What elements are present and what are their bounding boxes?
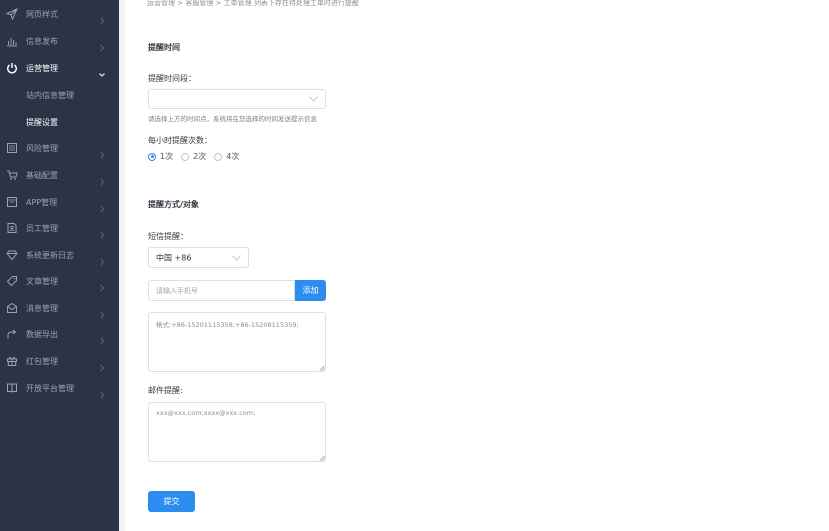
phone-number-input[interactable] [148, 280, 295, 301]
sms-recipients-textarea[interactable] [148, 312, 326, 372]
sidebar-item-label: APP管理 [26, 197, 58, 207]
resize-grip-icon[interactable] [319, 455, 325, 461]
diamond-icon [6, 249, 18, 261]
sidebar-subitem[interactable]: 站内信息管理 [0, 82, 119, 108]
sidebar-subitem-label: 站内信息管理 [26, 90, 74, 100]
sidebar-item[interactable]: 运营管理 [0, 55, 119, 81]
sidebar-item[interactable]: 数据导出 [0, 321, 119, 347]
sidebar-item[interactable]: 网页样式 [0, 1, 119, 27]
sidebar-item[interactable]: 员工管理 [0, 215, 119, 241]
app-window-icon [6, 196, 18, 208]
email-reminder-label: 邮件提醒: [148, 386, 183, 395]
mail-icon [6, 302, 18, 314]
sidebar-item-label: 开放平台管理 [26, 383, 74, 393]
chevron-right-icon [99, 277, 105, 292]
sidebar-item-label: 基础配置 [26, 170, 58, 180]
share-icon [6, 328, 18, 340]
sidebar-item-label: 信息发布 [26, 36, 58, 46]
breadcrumb: 运营管理 > 客服管理 > 工单管理 列表下存在待处理工单时进行提醒 [147, 0, 359, 7]
sidebar-item-label: 数据导出 [26, 329, 58, 339]
reminder-count-radio-group: 1次 2次 4次 [148, 151, 247, 162]
radio-option-2[interactable]: 2次 [181, 151, 206, 162]
sidebar-item[interactable]: 开放平台管理 [0, 375, 119, 401]
reminder-time-section-title: 提醒时间 [148, 43, 180, 52]
add-phone-button[interactable]: 添加 [295, 280, 326, 301]
list-icon [6, 142, 18, 154]
sidebar-item[interactable]: 信息发布 [0, 28, 119, 54]
main-content: 运营管理 > 客服管理 > 工单管理 列表下存在待处理工单时进行提醒 提醒时间 … [125, 0, 829, 531]
chevron-right-icon [99, 357, 105, 372]
chevron-down-icon [99, 64, 105, 77]
sidebar-item-label: 员工管理 [26, 223, 58, 233]
sidebar-subitem[interactable]: 提醒设置 [0, 109, 119, 135]
tag-icon [6, 275, 18, 287]
sidebar-item[interactable]: 基础配置 [0, 162, 119, 188]
gift-icon [6, 355, 18, 367]
chevron-down-icon [232, 254, 241, 261]
chevron-right-icon [99, 224, 105, 239]
sidebar-item-label: 消息管理 [26, 303, 58, 313]
power-icon [6, 62, 18, 74]
chevron-right-icon [99, 304, 105, 319]
radio-option-3[interactable]: 4次 [214, 151, 239, 162]
sidebar-item[interactable]: 系统更新日志 [0, 242, 119, 268]
radio-option-label: 1次 [160, 152, 174, 161]
chevron-right-icon [99, 144, 105, 159]
sidebar-item[interactable]: 风险管理 [0, 135, 119, 161]
chevron-right-icon [99, 330, 105, 345]
chevron-right-icon [99, 384, 105, 399]
reminder-count-label: 每小时提醒次数： [148, 136, 212, 145]
radio-dot [181, 152, 190, 161]
sidebar-item-label: 网页样式 [26, 9, 58, 19]
reminder-period-select[interactable] [148, 89, 326, 109]
sidebar-item[interactable]: 消息管理 [0, 295, 119, 321]
chevron-right-icon [99, 171, 105, 186]
sidebar-item-label: 红包管理 [26, 356, 58, 366]
email-recipients-textarea[interactable] [148, 402, 326, 462]
cart-icon [6, 169, 18, 181]
sidebar-item-label: 文章管理 [26, 276, 58, 286]
resize-grip-icon[interactable] [319, 365, 325, 371]
chevron-down-icon [309, 96, 318, 102]
country-code-value: 中国 +86 [156, 253, 192, 262]
sidebar-item[interactable]: APP管理 [0, 189, 119, 215]
sidebar-subitem-label: 提醒设置 [26, 117, 58, 127]
reminder-period-label: 提醒时间段： [148, 74, 196, 83]
radio-option-label: 2次 [193, 152, 207, 161]
sidebar-item[interactable]: 红包管理 [0, 348, 119, 374]
radio-dot [214, 152, 223, 161]
sidebar-item-label: 系统更新日志 [26, 250, 74, 260]
chevron-right-icon [99, 198, 105, 213]
chevron-right-icon [99, 37, 105, 52]
bar-chart-icon [6, 35, 18, 47]
radio-option-label: 4次 [226, 152, 240, 161]
chevron-right-icon [99, 251, 105, 266]
reminder-method-section-title: 提醒方式/对象 [148, 200, 199, 209]
radio-dot [148, 152, 156, 161]
submit-button[interactable]: 提交 [148, 491, 195, 512]
sms-reminder-label: 短信提醒： [148, 232, 188, 241]
sidebar: 网页样式信息发布运营管理风险管理基础配置 APP管理员工管理系统更新日志 文章管理消… [0, 0, 119, 531]
book-icon [6, 382, 18, 394]
country-code-select[interactable]: 中国 +86 [148, 247, 249, 268]
user-doc-icon [6, 222, 18, 234]
sidebar-item[interactable]: 文章管理 [0, 268, 119, 294]
sidebar-item-label: 运营管理 [26, 63, 58, 73]
send-icon [6, 8, 18, 20]
sidebar-item-label: 风险管理 [26, 143, 58, 153]
chevron-right-icon [99, 10, 105, 25]
reminder-hint-text: 请选择上方的时间点，系统将在您选择的时间发送提示信息 [148, 115, 317, 123]
radio-option-1[interactable]: 1次 [148, 151, 173, 162]
